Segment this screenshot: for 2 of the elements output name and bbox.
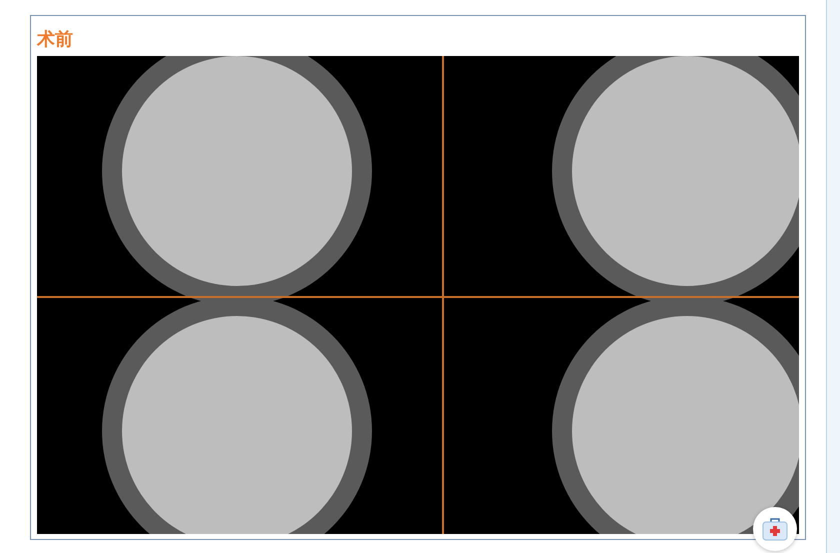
first-aid-kit-icon xyxy=(762,517,788,541)
section-title: 术前 xyxy=(37,28,74,52)
